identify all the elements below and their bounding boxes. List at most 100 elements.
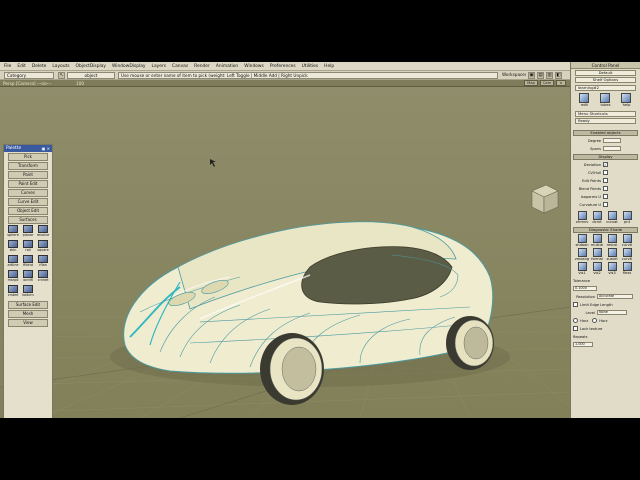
lock-texture-row: Lock texture [573,325,638,332]
tool-sphere[interactable]: sphere [6,225,20,239]
evaluate-icons: xfrmnv dcrnt curvat pnt [571,210,640,225]
palette-paint-edit-button[interactable]: Paint Edit [8,180,48,188]
palette-object-edit-button[interactable]: Object Edit [8,207,48,215]
tool-artline[interactable]: artline [6,255,20,269]
diag-tool-2[interactable]: mutcal [590,234,604,247]
diag-tool-12[interactable]: flexs [620,262,634,275]
menu-animation[interactable]: Animation [216,64,238,69]
menu-windows[interactable]: Windows [244,64,264,69]
viewport-max-button[interactable]: Max [524,80,538,86]
palette-view-button[interactable]: View [8,319,48,327]
tool-msrpd[interactable]: msrpd [6,270,20,284]
perspective-viewport[interactable]: Persp [Camera] ---no--- 100 Max Cam × Pa… [0,80,570,418]
display-header[interactable]: Display [573,154,638,160]
tool-revolve[interactable]: revolve [36,225,50,239]
level-dropdown[interactable]: None [597,310,627,315]
level-row: Level None [573,309,638,316]
tool-skin[interactable]: skin [6,240,20,254]
diag-tool-3[interactable]: rescol [605,234,619,247]
eval-tool-4[interactable]: pnt [620,211,634,224]
eval-tool-1[interactable]: xfrmnv [575,211,589,224]
default-dropdown[interactable]: Default [575,70,636,76]
ffblend-icon [23,255,33,263]
menu-objectdisplay[interactable]: ObjectDisplay [76,64,106,69]
menu-canvas[interactable]: Canvas [172,64,188,69]
diag-tool-8[interactable]: curvtl [620,248,634,261]
pick-icon[interactable]: ↖ [58,72,65,79]
help-icon [621,93,632,103]
shelf-options-dropdown[interactable]: Shelf Options [575,77,636,83]
palette-transform-button[interactable]: Transform [8,162,48,170]
curvature-checkbox[interactable] [603,202,608,207]
tool-planar[interactable]: planar [21,225,35,239]
palette-close-icon[interactable]: ▣ × [42,145,50,152]
diag-tool-6[interactable]: formal [590,248,604,261]
degree-field[interactable] [603,138,621,143]
palette-surfaces-button[interactable]: Surfaces [8,216,48,224]
control-panel: Control Panel Default Shelf Options lear… [570,62,640,418]
diag-tool-9[interactable]: vis1 [575,262,589,275]
tool-rail[interactable]: rail [21,240,35,254]
palette-curves-button[interactable]: Curves [8,189,48,197]
menu-utilities[interactable]: Utilities [302,64,319,69]
workspace-icon-1[interactable]: ▣ [528,72,535,79]
palette-curve-edit-button[interactable]: Curve Edit [8,198,48,206]
tool-crsbnf[interactable]: crsbnf [6,285,20,299]
viewport-close-icon[interactable]: × [556,80,566,86]
diag-tool-11[interactable]: vis3 [605,262,619,275]
menu-preferences[interactable]: Preferences [270,64,296,69]
menu-windowdisplay[interactable]: WindowDisplay [112,64,146,69]
diag-tool-10[interactable]: vis2 [590,262,604,275]
tool-ballcm[interactable]: ballcm [21,285,35,299]
eval-tool-3[interactable]: curvat [605,211,619,224]
cvhull-checkbox[interactable] [603,170,608,175]
repeats-field[interactable]: 1.000 [573,342,593,347]
palette-mesh-button[interactable]: Mesh [8,310,48,318]
diag-tool-1[interactable]: shdoon [575,234,589,247]
front-wheel[interactable] [260,333,324,405]
tool-square[interactable]: square [36,240,50,254]
viewport-cam-button[interactable]: Cam [540,80,554,86]
rear-wheel[interactable] [446,316,494,370]
workspace-icon-4[interactable]: ◧ [555,72,562,79]
menu-layers[interactable]: Layers [152,64,167,69]
shelf-edit-tool[interactable]: edit [579,93,590,107]
diag-tool-5[interactable]: zmoang [575,248,589,261]
deviation-checkbox[interactable]: ✓ [603,162,608,167]
palette-surface-edit-button[interactable]: Surface Edit [8,301,48,309]
category-dropdown[interactable]: Category [4,72,54,79]
tolerance-field[interactable]: 0.1000 [573,286,597,291]
object-field[interactable]: object [67,72,115,79]
blendpoints-checkbox[interactable] [603,186,608,191]
workspace-icon-3[interactable]: ▥ [546,72,553,79]
isoparms-checkbox[interactable] [603,194,608,199]
editpoints-checkbox[interactable] [603,178,608,183]
diag-tool-4[interactable]: curvtl [620,234,634,247]
view-cube-icon[interactable] [531,184,559,214]
menu-file[interactable]: File [4,64,11,69]
menu-delete[interactable]: Delete [32,64,46,69]
menu-edit[interactable]: Edit [17,64,26,69]
car-model-scene[interactable] [0,87,570,418]
eval-tool-2[interactable]: dcrnt [590,211,604,224]
menu-help[interactable]: Help [324,64,334,69]
workspace-icon-2[interactable]: ▤ [537,72,544,79]
menu-render[interactable]: Render [194,64,210,69]
palette-pick-button[interactable]: Pick [8,153,48,161]
diag-tool-7[interactable]: zuarel [605,248,619,261]
menu-shortcuts-tab[interactable]: Menu Shortcuts [575,111,636,117]
visual-3-icon [607,262,617,271]
resolution-dropdown[interactable]: Accurate [597,294,633,299]
revolve-icon [38,225,48,233]
shelf-help-tool[interactable]: help [621,93,632,107]
enabled-objects-header[interactable]: Enabled objects [573,130,638,136]
tool-rflan[interactable]: rflan [36,255,50,269]
tool-crvnet[interactable]: crvnet [36,270,50,284]
palette-paint-button[interactable]: Paint [8,171,48,179]
tool-ocrdfl[interactable]: ocrdfl [21,270,35,284]
shelf-tubes-tool[interactable]: tubes [600,93,611,107]
menu-layouts[interactable]: Layouts [52,64,69,69]
spans-field[interactable] [603,146,621,151]
tool-ffblnd[interactable]: ffblnd [21,255,35,269]
deviation-icon [592,211,602,220]
